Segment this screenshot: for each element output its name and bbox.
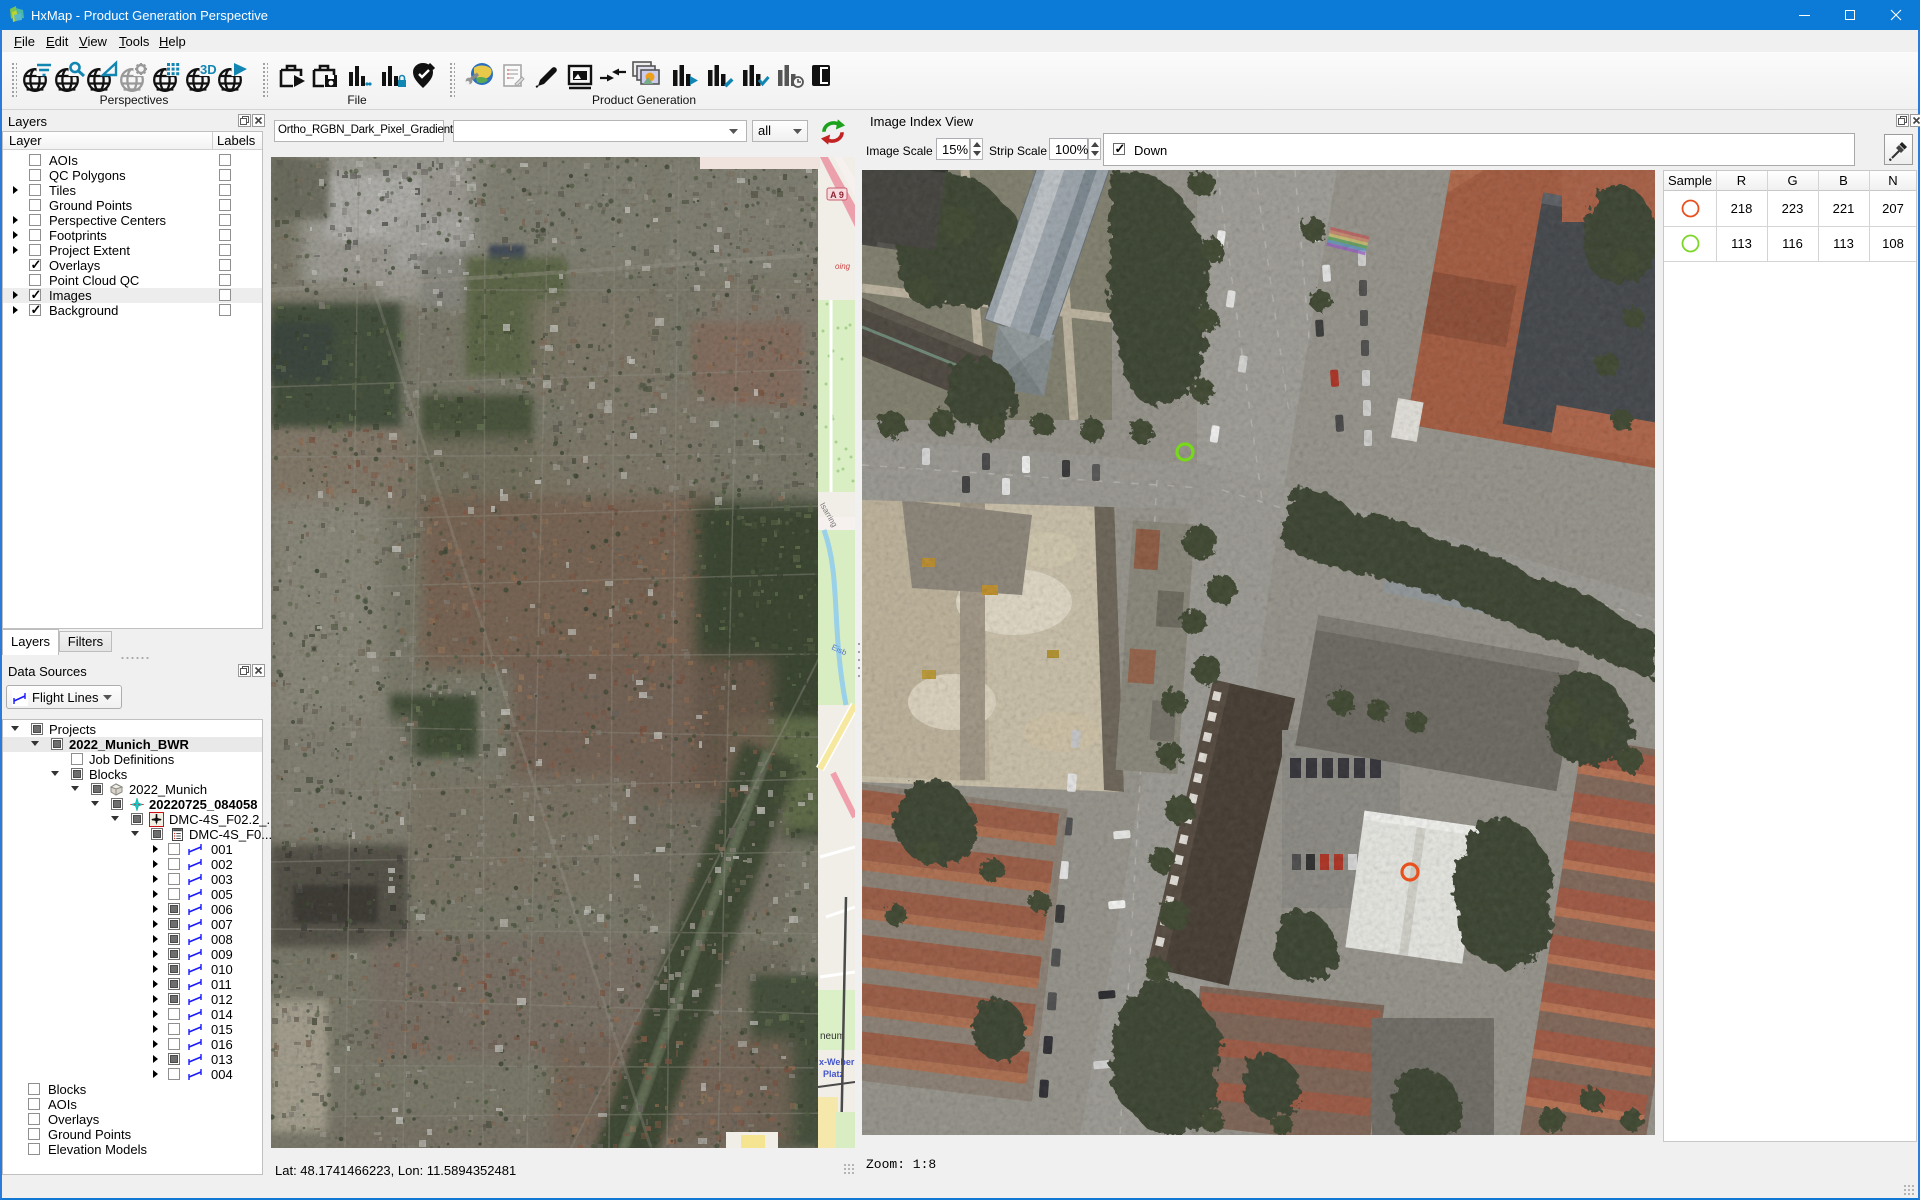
svg-text:neum: neum: [820, 1031, 845, 1042]
svg-text:3D: 3D: [200, 62, 217, 77]
svg-text:A 9: A 9: [830, 190, 844, 200]
svg-text:oing: oing: [835, 262, 851, 271]
svg-text:x-Weber: x-Weber: [819, 1057, 855, 1067]
